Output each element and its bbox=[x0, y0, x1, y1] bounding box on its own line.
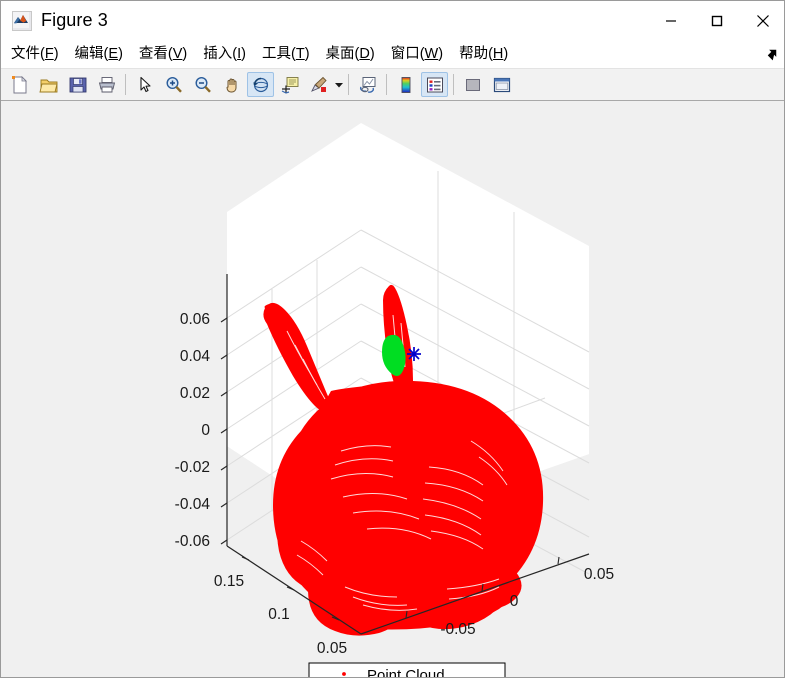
open-folder-button[interactable] bbox=[35, 72, 62, 97]
toolbar-separator bbox=[348, 74, 349, 95]
print-figure-button[interactable] bbox=[93, 72, 120, 97]
figure-window: Figure 3 文件(F) 编辑(E) 查看(V) 插入(I) 工具(T) 桌… bbox=[0, 0, 785, 678]
z-tick-1: 0.04 bbox=[180, 348, 211, 365]
hide-plot-tools-button[interactable] bbox=[459, 72, 486, 97]
legend-marker-dot-icon bbox=[342, 672, 346, 676]
toolbar-separator bbox=[386, 74, 387, 95]
y-tick-1: 0 bbox=[510, 593, 519, 610]
menu-edit[interactable]: 编辑(E) bbox=[69, 44, 129, 65]
x-tick-1: 0.1 bbox=[268, 606, 290, 623]
z-tick-4: -0.02 bbox=[175, 459, 210, 476]
toolbar-separator bbox=[453, 74, 454, 95]
z-tick-3: 0 bbox=[201, 422, 210, 439]
z-tick-0: 0.06 bbox=[180, 311, 210, 328]
menu-bar: 文件(F) 编辑(E) 查看(V) 插入(I) 工具(T) 桌面(D) 窗口(W… bbox=[1, 40, 784, 69]
window-controls bbox=[648, 1, 784, 40]
zoom-in-button[interactable] bbox=[160, 72, 187, 97]
z-tick-2: 0.02 bbox=[180, 385, 210, 402]
maximize-button[interactable] bbox=[694, 1, 740, 40]
legend[interactable]: Point Cloud Query Point bbox=[308, 662, 506, 677]
menu-help[interactable]: 帮助(H) bbox=[453, 44, 514, 65]
title-bar: Figure 3 bbox=[1, 1, 784, 40]
save-figure-button[interactable] bbox=[64, 72, 91, 97]
new-figure-button[interactable] bbox=[6, 72, 33, 97]
window-title: Figure 3 bbox=[41, 10, 108, 30]
toolbar-separator bbox=[125, 74, 126, 95]
edit-plot-button[interactable] bbox=[131, 72, 158, 97]
legend-button[interactable] bbox=[421, 72, 448, 97]
brush-dropdown-caret-icon[interactable] bbox=[333, 72, 344, 97]
data-cursor-button[interactable] bbox=[276, 72, 303, 97]
menu-file[interactable]: 文件(F) bbox=[5, 44, 65, 65]
z-tick-5: -0.04 bbox=[175, 496, 211, 513]
y-tick-2: 0.05 bbox=[584, 566, 614, 583]
z-tick-6: -0.06 bbox=[175, 533, 210, 550]
show-plot-tools-button[interactable] bbox=[488, 72, 515, 97]
close-button[interactable] bbox=[740, 1, 784, 40]
menu-desktop[interactable]: 桌面(D) bbox=[320, 44, 381, 65]
z-axis-tick-labels: 0.06 0.04 0.02 0 -0.02 -0.04 -0.06 bbox=[175, 311, 211, 550]
rotate-3d-button[interactable] bbox=[247, 72, 274, 97]
zoom-out-button[interactable] bbox=[189, 72, 216, 97]
x-tick-2: 0.05 bbox=[317, 640, 347, 657]
legend-label-point-cloud: Point Cloud bbox=[367, 667, 445, 677]
matlab-membrane-icon bbox=[12, 10, 32, 31]
pan-button[interactable] bbox=[218, 72, 245, 97]
menu-view[interactable]: 查看(V) bbox=[133, 44, 193, 65]
query-point-marker bbox=[407, 347, 421, 361]
menu-window[interactable]: 窗口(W) bbox=[385, 44, 449, 65]
menu-insert[interactable]: 插入(I) bbox=[197, 44, 252, 65]
axes-3d[interactable]: 0.06 0.04 0.02 0 -0.02 -0.04 -0.06 0.15 … bbox=[1, 101, 784, 677]
y-tick-0: -0.05 bbox=[440, 621, 475, 638]
menu-tools[interactable]: 工具(T) bbox=[256, 44, 316, 65]
figure-canvas[interactable]: 0.06 0.04 0.02 0 -0.02 -0.04 -0.06 0.15 … bbox=[1, 101, 784, 677]
menu-overflow-arrow-icon[interactable] bbox=[764, 46, 780, 62]
x-tick-0: 0.15 bbox=[214, 573, 244, 590]
link-plot-button[interactable] bbox=[354, 72, 381, 97]
figure-toolbar bbox=[1, 68, 784, 101]
colorbar-button[interactable] bbox=[392, 72, 419, 97]
minimize-button[interactable] bbox=[648, 1, 694, 40]
brush-button[interactable] bbox=[305, 72, 332, 97]
